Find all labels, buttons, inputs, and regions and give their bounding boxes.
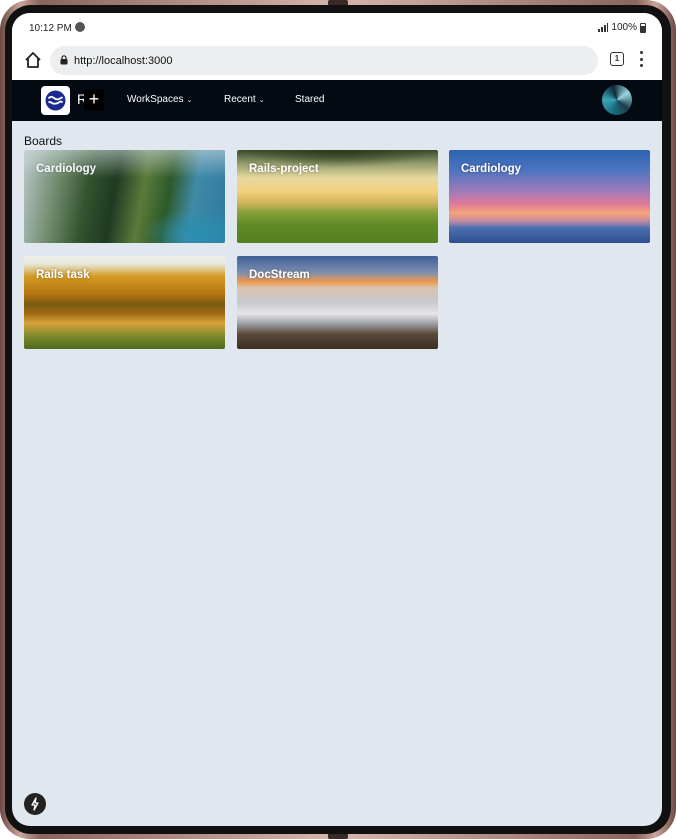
app-logo-icon[interactable] <box>41 86 70 115</box>
board-card[interactable]: Rails task <box>24 256 225 349</box>
app-navbar: R + WorkSpaces ⌄ Recent ⌄ Stared <box>12 80 662 121</box>
nav-workspaces[interactable]: WorkSpaces ⌄ <box>127 94 192 105</box>
board-card[interactable]: Cardiology <box>449 150 650 243</box>
status-right: 100% <box>598 22 646 33</box>
nav-stared[interactable]: Stared <box>295 94 324 105</box>
url-text: http://localhost:3000 <box>74 55 173 67</box>
screen: 10:12 PM 100% http://localhost:3000 1 R … <box>12 13 662 826</box>
nav-recent[interactable]: Recent ⌄ <box>224 94 265 105</box>
board-card[interactable]: Cardiology <box>24 150 225 243</box>
chevron-down-icon: ⌄ <box>186 96 193 104</box>
board-title: DocStream <box>249 269 310 281</box>
chevron-down-icon: ⌄ <box>258 96 265 104</box>
board-card[interactable]: Rails-project <box>237 150 438 243</box>
address-bar[interactable]: http://localhost:3000 <box>50 46 598 75</box>
board-title: Rails-project <box>249 163 319 175</box>
notification-icon <box>75 22 85 32</box>
signal-icon <box>598 23 609 32</box>
lock-icon <box>60 55 68 65</box>
nav-workspaces-label: WorkSpaces <box>127 94 184 105</box>
battery-percent: 100% <box>611 22 637 33</box>
tabs-button[interactable]: 1 <box>610 52 624 66</box>
nav-recent-label: Recent <box>224 94 256 105</box>
device-frame: 10:12 PM 100% http://localhost:3000 1 R … <box>0 0 676 839</box>
battery-icon <box>640 22 646 33</box>
board-title: Cardiology <box>461 163 522 175</box>
home-icon[interactable] <box>22 49 44 71</box>
avatar[interactable] <box>602 85 632 115</box>
board-title: Cardiology <box>36 163 97 175</box>
add-board-button[interactable]: + <box>84 90 104 110</box>
nav-stared-label: Stared <box>295 94 325 105</box>
browser-toolbar: http://localhost:3000 1 <box>12 43 662 80</box>
bolt-icon[interactable] <box>24 793 46 815</box>
status-time: 10:12 PM <box>29 23 72 34</box>
section-title: Boards <box>24 134 63 148</box>
board-title: Rails task <box>36 269 90 281</box>
status-bar: 10:12 PM 100% <box>12 13 662 43</box>
more-vert-icon[interactable] <box>638 51 644 67</box>
board-card[interactable]: DocStream <box>237 256 438 349</box>
